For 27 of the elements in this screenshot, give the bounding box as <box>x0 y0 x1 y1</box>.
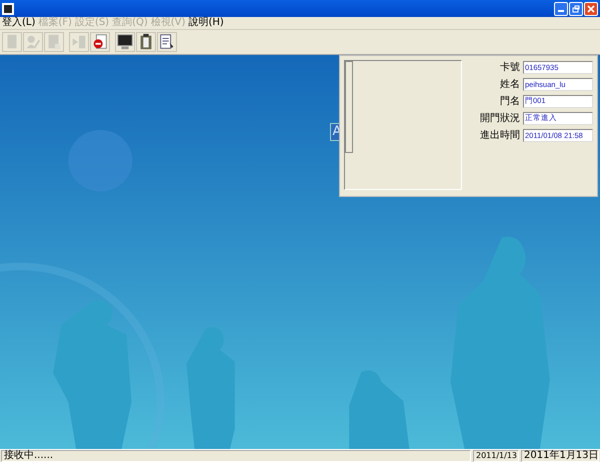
close-icon <box>587 4 595 12</box>
scrollbar[interactable] <box>345 61 353 153</box>
minimize-icon <box>558 10 564 12</box>
menu-item[interactable]: 登入(L) <box>2 17 36 29</box>
toolbar-button[interactable] <box>115 32 135 52</box>
menu-item[interactable]: 說明(H) <box>188 17 224 29</box>
field-label: 姓名 <box>500 78 520 91</box>
stop-icon <box>91 33 109 51</box>
field-label: 開門狀況 <box>480 112 520 125</box>
minimize-button[interactable] <box>554 2 568 16</box>
toolbar-button[interactable] <box>136 32 156 52</box>
app-icon <box>2 2 14 14</box>
close-button[interactable] <box>584 2 598 16</box>
field-label: 進出時間 <box>480 128 520 142</box>
user-edit-icon <box>24 33 42 51</box>
restore-button[interactable] <box>569 2 583 16</box>
field-label: 門名 <box>500 95 520 108</box>
status-clock: 2011年1月13日 <box>521 450 599 462</box>
report-icon <box>158 33 176 51</box>
toolbar-button[interactable] <box>157 32 177 52</box>
status-date: 2011/1/13 <box>473 450 519 462</box>
restore-icon <box>572 4 580 12</box>
toolbar-button[interactable] <box>90 32 110 52</box>
status-message: 接收中...... <box>1 450 471 462</box>
play-icon <box>70 33 88 51</box>
field-label: 卡號 <box>500 60 520 74</box>
monitor-icon <box>116 33 134 51</box>
